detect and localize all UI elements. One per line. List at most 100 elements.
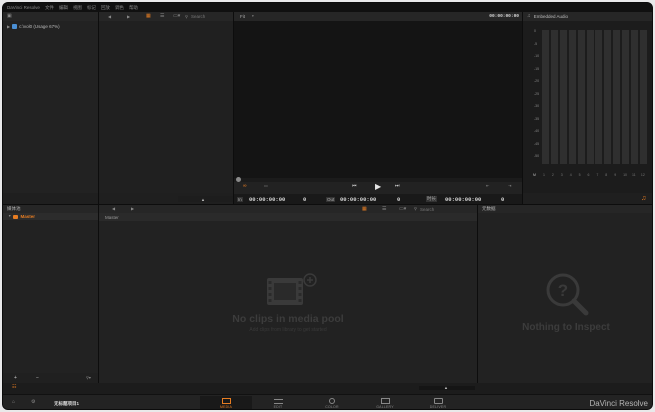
pool-search-field[interactable]: Search (420, 207, 434, 212)
browser-search-field[interactable]: Search (191, 14, 205, 19)
audio-scale-label: -5 (534, 41, 538, 46)
list-view-icon[interactable]: ☰ (160, 14, 164, 19)
pool-forward-icon[interactable]: ▶ (131, 207, 134, 211)
media-pool-title: 媒体池 (7, 206, 21, 211)
tab-deliver-label: DELIVER (429, 405, 447, 409)
out-timecode[interactable]: 00:00:00:00 (340, 196, 376, 203)
expand-arrow-icon[interactable]: ▶ (7, 24, 10, 29)
folder-icon (13, 214, 19, 219)
bin-search-icon[interactable]: ⚲▾ (86, 376, 91, 380)
skip-back-icon[interactable]: ⏮ (352, 184, 357, 189)
pool-slider-handle-icon[interactable]: ▲ (444, 385, 448, 390)
media-pool-toolbar: ◀ ▶ ▦ ☰ ▭▾ ⚲ Search (99, 205, 477, 213)
menu-playback[interactable]: 回放 (101, 5, 110, 11)
divider-2[interactable] (233, 12, 234, 204)
project-manager-icon[interactable]: ⌂ (12, 400, 15, 405)
in-timecode[interactable]: 00:00:00:00 (249, 196, 285, 203)
viewer-timecode: 00:00:00:00 (489, 14, 519, 19)
divider-1[interactable] (98, 12, 99, 204)
pool-list-view-icon[interactable]: ☰ (382, 206, 386, 212)
slider-handle-icon[interactable]: ▲ (201, 197, 205, 202)
media-pool-list-title: Master (105, 214, 119, 220)
duration-label: 时长 (426, 196, 437, 202)
remove-bin-icon[interactable]: − (36, 376, 39, 381)
forward-arrow-icon[interactable]: ▶ (127, 14, 130, 19)
loop-icon[interactable]: ∞ (243, 184, 247, 189)
bin-label: Master (20, 214, 35, 219)
thumbnail-view-icon[interactable]: ▦ (146, 14, 151, 19)
collapse-arrow-icon[interactable]: ▼ (8, 214, 11, 219)
audio-channel-label: 5 (578, 173, 581, 177)
audio-channel-label: 9 (614, 173, 617, 177)
metadata-panel: ? Nothing to Inspect (478, 213, 652, 383)
audio-meter-bar (586, 30, 594, 164)
audio-scale-label: -20 (534, 79, 540, 83)
audio-note-icon[interactable]: ♫ (641, 195, 646, 202)
media-pool-panel: Master No clips in media pool Add clips … (99, 213, 477, 383)
menu-app[interactable]: DaVinci Resolve (7, 5, 40, 10)
thumbnail-slider[interactable]: ▲ (178, 196, 233, 202)
audio-channel-label: 3 (560, 173, 563, 177)
menu-color[interactable]: 调色 (115, 5, 124, 11)
back-arrow-icon[interactable]: ◀ (108, 14, 111, 19)
mark-in-icon[interactable]: ⇤ (486, 184, 489, 188)
pool-search-icon[interactable]: ⚲ (414, 207, 417, 211)
tab-media[interactable]: MEDIA (200, 396, 252, 409)
volume-item[interactable]: ▶ c:\vol0 (Usage 67%) (7, 24, 60, 29)
media-pool-header: 媒体池 (3, 205, 98, 213)
pool-thumbnail-view-icon[interactable]: ▦ (362, 206, 367, 212)
tab-gallery[interactable]: GALLERY (359, 396, 411, 409)
skip-forward-icon[interactable]: ⏭ (395, 184, 400, 189)
tab-color[interactable]: COLOR (306, 396, 358, 409)
settings-gear-icon[interactable]: ⚙ (31, 400, 35, 405)
deliver-icon (433, 398, 443, 404)
duration-frames: 0 (501, 195, 505, 203)
storage-icon[interactable]: ▣ (7, 14, 12, 19)
bin-list: ▼ Master (3, 213, 98, 373)
audio-channel-label: 1 (543, 173, 545, 177)
menu-edit[interactable]: 编辑 (59, 5, 68, 11)
play-icon[interactable]: ▶ (375, 183, 381, 191)
media-storage-panel: ▶ c:\vol0 (Usage 67%) (3, 21, 98, 193)
audio-scale-label: -10 (534, 54, 540, 58)
audio-meter-bar (639, 30, 647, 164)
drive-icon (12, 24, 18, 29)
metadata-toggle-icon[interactable]: ☷ (12, 385, 16, 390)
match-frame-icon[interactable]: ▭ (264, 184, 268, 188)
divider-4[interactable] (98, 205, 99, 383)
transport-controls: ∞ ▭ ⏮ ▶ ⏭ ⇤ ⇥ (234, 182, 522, 194)
menu-help[interactable]: 帮助 (129, 5, 138, 11)
out-frames: 0 (397, 195, 401, 203)
audio-meter-bar (568, 30, 576, 164)
audio-channel-label: 12 (640, 173, 645, 177)
duration-timecode: 00:00:00:00 (445, 195, 482, 203)
audio-channel-label: 8 (605, 173, 608, 177)
pool-zoom-slider[interactable]: ▲ (419, 385, 475, 390)
add-bin-icon[interactable]: + (14, 376, 17, 381)
audio-channel-label: 6 (587, 173, 590, 177)
menu-mark[interactable]: 标记 (87, 5, 96, 11)
audio-scale-label: -35 (534, 116, 540, 121)
viewer-zoom-select[interactable]: Fit (240, 14, 245, 19)
menu-view[interactable]: 视图 (73, 5, 82, 11)
divider-3[interactable] (522, 12, 523, 204)
sort-icon[interactable]: ▭▾ (173, 14, 180, 19)
tab-edit[interactable]: EDIT (252, 396, 304, 409)
audio-meter-bar (622, 30, 630, 164)
pool-back-icon[interactable]: ◀ (112, 207, 115, 211)
audio-channel-label: 4 (569, 173, 572, 177)
browser-panel (99, 21, 233, 193)
tab-deliver[interactable]: DELIVER (412, 396, 464, 409)
menu-file[interactable]: 文件 (45, 5, 54, 11)
chevron-down-icon[interactable]: ▾ (252, 14, 254, 19)
audio-meter-bar (604, 30, 612, 164)
divider-5[interactable] (477, 205, 478, 383)
bin-item-master[interactable]: ▼ Master (3, 213, 98, 220)
mark-out-icon[interactable]: ⇥ (508, 184, 511, 188)
metadata-header: 元数据 (478, 205, 652, 213)
pool-sort-icon[interactable]: ▭▾ (399, 206, 406, 212)
search-icon[interactable]: ⚲ (185, 14, 188, 19)
audio-scale-label: -25 (534, 91, 540, 96)
empty-inspect-title: Nothing to Inspect (522, 322, 610, 333)
svg-text:?: ? (558, 281, 568, 300)
